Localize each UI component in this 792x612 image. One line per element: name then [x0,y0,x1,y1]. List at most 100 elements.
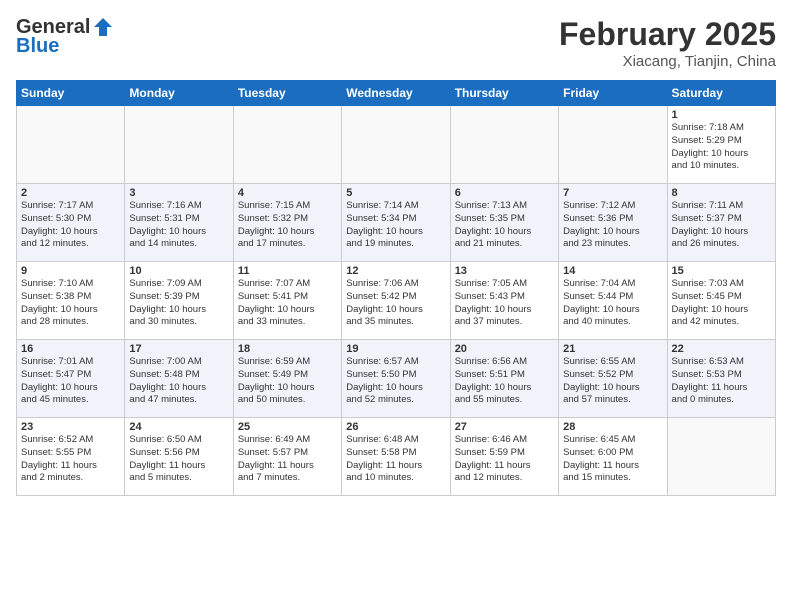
day-info: Daylight: 10 hours [129,226,228,239]
day-number: 22 [672,343,771,355]
day-info: Sunset: 5:53 PM [672,369,771,382]
day-info: and 19 minutes. [346,238,445,251]
day-info: Daylight: 10 hours [21,304,120,317]
day-info: Sunset: 5:56 PM [129,447,228,460]
header-sunday: Sunday [17,81,125,106]
day-number: 5 [346,187,445,199]
day-info: Daylight: 10 hours [672,304,771,317]
day-info: Sunset: 5:35 PM [455,213,554,226]
table-row: 12Sunrise: 7:06 AMSunset: 5:42 PMDayligh… [342,262,450,340]
day-info: Sunrise: 7:07 AM [238,278,337,291]
day-info: Sunset: 5:41 PM [238,291,337,304]
table-row [450,106,558,184]
table-row [559,106,667,184]
day-number: 21 [563,343,662,355]
day-info: Sunrise: 7:13 AM [455,200,554,213]
day-info: and 50 minutes. [238,394,337,407]
day-number: 23 [21,421,120,433]
day-info: Sunset: 5:47 PM [21,369,120,382]
day-number: 20 [455,343,554,355]
day-info: Sunset: 5:50 PM [346,369,445,382]
day-number: 2 [21,187,120,199]
day-info: Sunset: 5:30 PM [21,213,120,226]
table-row: 17Sunrise: 7:00 AMSunset: 5:48 PMDayligh… [125,340,233,418]
day-info: Sunrise: 7:03 AM [672,278,771,291]
day-info: Sunrise: 7:17 AM [21,200,120,213]
day-info: Daylight: 10 hours [346,382,445,395]
day-info: Sunrise: 6:57 AM [346,356,445,369]
day-info: and 5 minutes. [129,472,228,485]
day-info: Sunset: 5:58 PM [346,447,445,460]
table-row: 10Sunrise: 7:09 AMSunset: 5:39 PMDayligh… [125,262,233,340]
table-row: 18Sunrise: 6:59 AMSunset: 5:49 PMDayligh… [233,340,341,418]
day-info: Sunset: 5:34 PM [346,213,445,226]
day-info: Daylight: 10 hours [21,226,120,239]
day-info: Daylight: 10 hours [238,382,337,395]
logo: General Blue [16,16,114,58]
day-info: Sunrise: 7:05 AM [455,278,554,291]
header-tuesday: Tuesday [233,81,341,106]
day-number: 9 [21,265,120,277]
day-info: Daylight: 10 hours [672,148,771,161]
day-number: 3 [129,187,228,199]
table-row: 24Sunrise: 6:50 AMSunset: 5:56 PMDayligh… [125,418,233,496]
day-number: 18 [238,343,337,355]
table-row: 15Sunrise: 7:03 AMSunset: 5:45 PMDayligh… [667,262,775,340]
day-info: Sunset: 5:29 PM [672,135,771,148]
day-info: Sunset: 5:51 PM [455,369,554,382]
day-info: and 21 minutes. [455,238,554,251]
calendar-week-row: 16Sunrise: 7:01 AMSunset: 5:47 PMDayligh… [17,340,776,418]
table-row [17,106,125,184]
header-thursday: Thursday [450,81,558,106]
table-row: 14Sunrise: 7:04 AMSunset: 5:44 PMDayligh… [559,262,667,340]
day-info: and 15 minutes. [563,472,662,485]
day-info: and 30 minutes. [129,316,228,329]
table-row: 9Sunrise: 7:10 AMSunset: 5:38 PMDaylight… [17,262,125,340]
day-info: Daylight: 10 hours [346,226,445,239]
day-info: and 10 minutes. [672,160,771,173]
day-number: 12 [346,265,445,277]
day-number: 7 [563,187,662,199]
day-number: 28 [563,421,662,433]
day-number: 13 [455,265,554,277]
table-row: 23Sunrise: 6:52 AMSunset: 5:55 PMDayligh… [17,418,125,496]
table-row: 2Sunrise: 7:17 AMSunset: 5:30 PMDaylight… [17,184,125,262]
day-info: Daylight: 11 hours [129,460,228,473]
day-number: 4 [238,187,337,199]
day-info: Sunrise: 7:01 AM [21,356,120,369]
day-info: Sunset: 5:32 PM [238,213,337,226]
day-info: and 28 minutes. [21,316,120,329]
table-row: 4Sunrise: 7:15 AMSunset: 5:32 PMDaylight… [233,184,341,262]
day-info: Sunrise: 6:49 AM [238,434,337,447]
table-row [667,418,775,496]
table-row: 11Sunrise: 7:07 AMSunset: 5:41 PMDayligh… [233,262,341,340]
day-info: Daylight: 10 hours [238,304,337,317]
day-info: Sunset: 5:52 PM [563,369,662,382]
day-info: Sunset: 5:31 PM [129,213,228,226]
table-row: 7Sunrise: 7:12 AMSunset: 5:36 PMDaylight… [559,184,667,262]
table-row: 21Sunrise: 6:55 AMSunset: 5:52 PMDayligh… [559,340,667,418]
table-row [233,106,341,184]
day-info: Sunrise: 6:48 AM [346,434,445,447]
day-info: Sunset: 6:00 PM [563,447,662,460]
day-info: Daylight: 10 hours [563,226,662,239]
day-info: and 37 minutes. [455,316,554,329]
day-info: Sunset: 5:38 PM [21,291,120,304]
day-number: 17 [129,343,228,355]
day-info: Sunset: 5:37 PM [672,213,771,226]
table-row: 13Sunrise: 7:05 AMSunset: 5:43 PMDayligh… [450,262,558,340]
month-title: February 2025 [559,16,776,53]
day-number: 10 [129,265,228,277]
day-info: Sunset: 5:39 PM [129,291,228,304]
day-info: Sunset: 5:59 PM [455,447,554,460]
day-info: Sunset: 5:45 PM [672,291,771,304]
day-info: Sunset: 5:42 PM [346,291,445,304]
table-row: 26Sunrise: 6:48 AMSunset: 5:58 PMDayligh… [342,418,450,496]
day-info: and 17 minutes. [238,238,337,251]
day-info: Sunrise: 7:00 AM [129,356,228,369]
header-monday: Monday [125,81,233,106]
day-info: Sunrise: 7:14 AM [346,200,445,213]
day-number: 19 [346,343,445,355]
table-row: 6Sunrise: 7:13 AMSunset: 5:35 PMDaylight… [450,184,558,262]
day-info: and 0 minutes. [672,394,771,407]
